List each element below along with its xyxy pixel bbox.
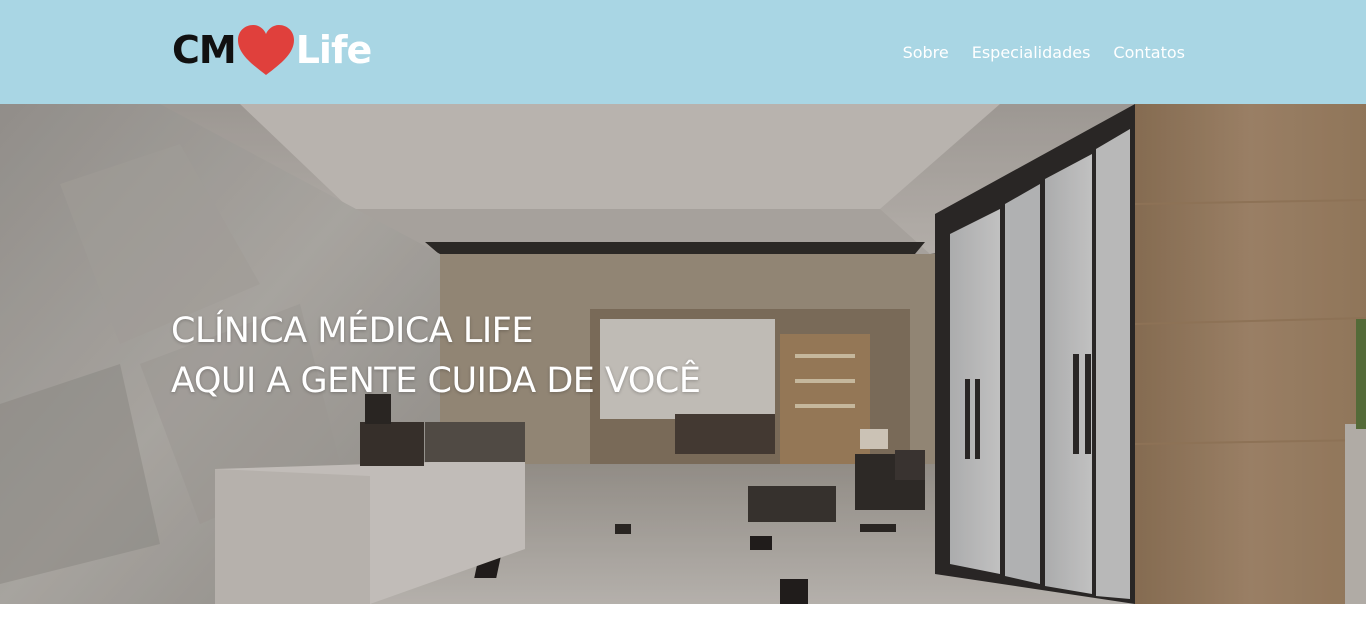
hero-headline: CLÍNICA MÉDICA LIFE AQUI A GENTE CUIDA D… bbox=[171, 306, 701, 406]
nav-link-sobre[interactable]: Sobre bbox=[903, 42, 949, 64]
site-header: CM Life Sobre Especialidades Contatos bbox=[0, 0, 1366, 104]
logo[interactable]: CM Life bbox=[172, 22, 373, 78]
logo-text-cm: CM bbox=[172, 28, 237, 72]
logo-text-life: Life bbox=[295, 28, 373, 72]
heart-icon bbox=[237, 25, 294, 75]
hero-banner: CLÍNICA MÉDICA LIFE AQUI A GENTE CUIDA D… bbox=[0, 104, 1366, 604]
main-nav: Sobre Especialidades Contatos bbox=[903, 42, 1185, 64]
hero-subtitle: AQUI A GENTE CUIDA DE VOCÊ bbox=[171, 361, 701, 401]
hero-title: CLÍNICA MÉDICA LIFE bbox=[171, 311, 533, 351]
nav-link-contatos[interactable]: Contatos bbox=[1113, 42, 1185, 64]
nav-link-especialidades[interactable]: Especialidades bbox=[972, 42, 1091, 64]
